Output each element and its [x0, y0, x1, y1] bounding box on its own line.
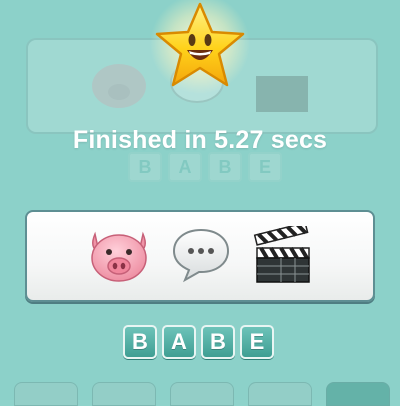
- ghost-clapperboard-icon: [252, 58, 314, 119]
- ghost-answer-tiles: B A B E: [128, 152, 282, 182]
- smiling-star-icon: [148, 0, 252, 100]
- emoji-clue-panel: [25, 210, 375, 302]
- finished-time-message: Finished in 5.27 secs: [72, 126, 328, 154]
- toolbar-button[interactable]: [14, 382, 78, 406]
- toolbar-button[interactable]: [248, 382, 312, 406]
- ghost-answer-tile: E: [248, 152, 282, 182]
- toolbar-button[interactable]: [92, 382, 156, 406]
- speech-bubble-icon: [171, 226, 231, 289]
- answer-tile[interactable]: B: [201, 325, 235, 359]
- ghost-answer-tile: B: [208, 152, 242, 182]
- ghost-pig-face-icon: [88, 58, 150, 115]
- answer-tile[interactable]: A: [162, 325, 196, 359]
- answer-tile[interactable]: B: [123, 325, 157, 359]
- bottom-toolbar: [0, 374, 400, 406]
- ghost-answer-tile: A: [168, 152, 202, 182]
- answer-tile[interactable]: E: [240, 325, 274, 359]
- toolbar-button[interactable]: [326, 382, 390, 406]
- clapperboard-icon: [251, 221, 315, 289]
- ghost-answer-tile: B: [128, 152, 162, 182]
- answer-tiles: B A B E: [123, 325, 274, 359]
- game-screen: B A B E Finished in 5.27 secs B A B E: [0, 0, 400, 406]
- pig-face-icon: [87, 228, 151, 289]
- toolbar-button[interactable]: [170, 382, 234, 406]
